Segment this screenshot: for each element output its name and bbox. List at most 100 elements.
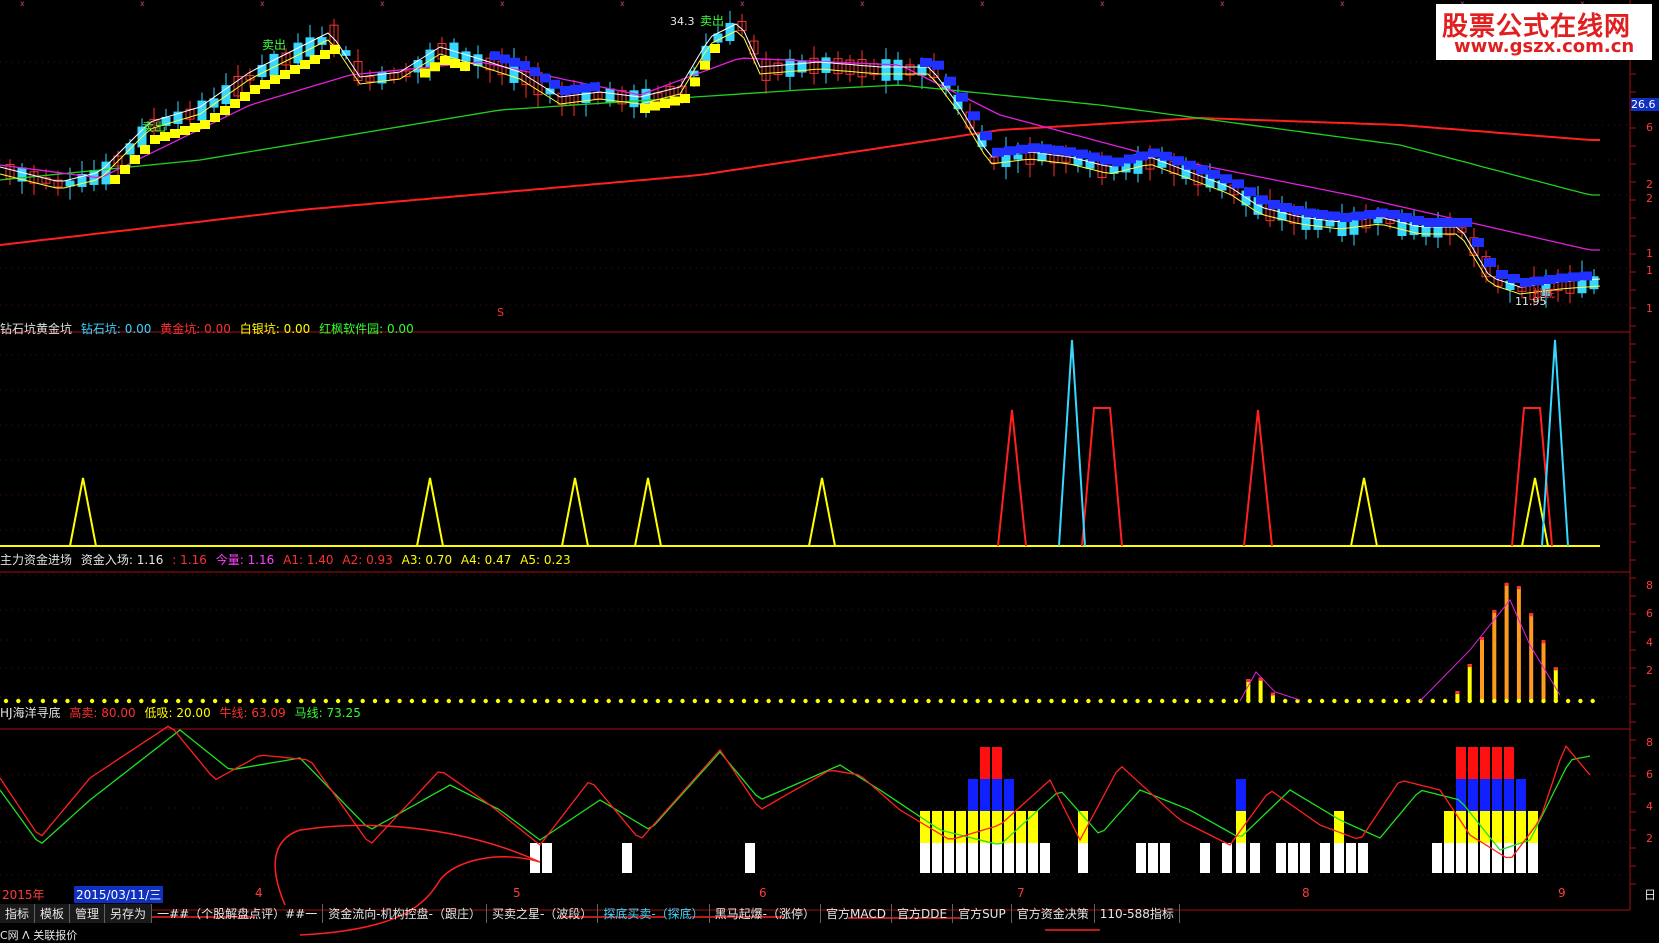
ribbon-block bbox=[270, 75, 280, 84]
capital-line bbox=[1419, 599, 1561, 702]
panel3-axis-tick: 4 bbox=[1646, 636, 1653, 649]
capital-bar bbox=[1246, 679, 1251, 701]
tab-indicator[interactable]: 指标 bbox=[0, 904, 36, 923]
ribbon-block bbox=[1520, 278, 1532, 287]
candle-body bbox=[821, 57, 831, 73]
indicator-value: 红枫软件园: 0.00 bbox=[319, 322, 414, 336]
ribbon-block bbox=[1148, 148, 1160, 158]
panel4-axis-tick: 6 bbox=[1646, 768, 1653, 781]
capital-dot bbox=[987, 698, 993, 704]
ma-purple-line bbox=[0, 57, 1600, 251]
ribbon-block bbox=[1424, 218, 1436, 227]
capital-dot bbox=[1492, 698, 1497, 704]
tab-sup[interactable]: 官方SUP bbox=[953, 904, 1012, 923]
capital-dot bbox=[348, 698, 353, 704]
top-marker: x bbox=[1220, 0, 1225, 8]
capital-dot bbox=[717, 698, 722, 704]
bottom-bar-white bbox=[1236, 843, 1246, 873]
ribbon-block bbox=[110, 175, 120, 184]
capital-dot bbox=[225, 698, 230, 704]
diamond-pit-spike bbox=[1541, 339, 1569, 547]
capital-dot bbox=[950, 698, 956, 704]
capital-dot bbox=[126, 698, 132, 704]
month-label: 7 bbox=[1017, 886, 1025, 900]
capital-bar-cap bbox=[1467, 664, 1472, 668]
bottom-bar-white bbox=[1078, 843, 1088, 873]
indicator-value: A3: 0.70 bbox=[401, 553, 453, 567]
capital-dot bbox=[643, 698, 648, 704]
tab-dde[interactable]: 官方DDE bbox=[892, 904, 954, 923]
tab-manage[interactable]: 管理 bbox=[70, 904, 106, 923]
tab-stock-review[interactable]: 一##（个股解盘点评）##一 bbox=[152, 904, 324, 923]
capital-dot bbox=[1049, 698, 1054, 704]
capital-dot bbox=[372, 698, 378, 704]
ribbon-block bbox=[170, 129, 180, 138]
bull-line bbox=[0, 725, 1591, 859]
ribbon-block bbox=[1304, 208, 1316, 218]
tab-template[interactable]: 模板 bbox=[35, 904, 71, 923]
capital-dot bbox=[1455, 698, 1460, 704]
bottom-bar-yellow bbox=[1334, 811, 1344, 843]
capital-dot bbox=[1037, 698, 1042, 704]
bottom-bar-white bbox=[1288, 843, 1298, 873]
bottom-bar-yellow bbox=[1016, 811, 1026, 843]
ribbon-block bbox=[1088, 152, 1100, 162]
indicator-header-capital: 主力资金进场 资金入场: 1.16 : 1.16 今量: 1.16 A1: 1.… bbox=[0, 551, 576, 568]
capital-dot bbox=[606, 698, 611, 704]
candle-body bbox=[881, 59, 891, 81]
tab-110-588[interactable]: 110-588指标 bbox=[1095, 904, 1180, 923]
current-price-tag: 26.6 bbox=[1631, 98, 1659, 111]
bottom-bar-white bbox=[1444, 843, 1454, 873]
capital-dot bbox=[618, 698, 624, 704]
bottom-bar-blue bbox=[968, 779, 978, 811]
tab-trade-star[interactable]: 买卖之星-（波段） bbox=[487, 904, 599, 923]
ribbon-block bbox=[1100, 155, 1112, 165]
capital-dot bbox=[311, 698, 316, 704]
ribbon-block bbox=[570, 84, 580, 94]
tab-capital-flow[interactable]: 资金流向-机构控盘-（跟庄） bbox=[323, 904, 487, 923]
ribbon-block bbox=[690, 77, 700, 87]
capital-dot bbox=[963, 698, 968, 704]
candle-body bbox=[1013, 154, 1023, 160]
tab-save-as[interactable]: 另存为 bbox=[105, 904, 153, 923]
ribbon-block bbox=[710, 44, 720, 53]
month-label: 4 bbox=[255, 886, 263, 900]
bottom-bar-white bbox=[1276, 843, 1286, 873]
ribbon-block bbox=[650, 101, 660, 111]
candle-body bbox=[785, 58, 795, 77]
ribbon-block bbox=[1568, 272, 1580, 282]
indicator-value: A4: 0.47 bbox=[460, 553, 512, 567]
ribbon-block bbox=[1340, 213, 1352, 222]
capital-dot bbox=[975, 698, 980, 704]
capital-dot bbox=[200, 698, 205, 704]
capital-dot bbox=[163, 698, 169, 704]
capital-bar-cap bbox=[1516, 586, 1521, 590]
capital-dot bbox=[422, 698, 427, 704]
bottom-bar-white bbox=[920, 843, 930, 873]
bottom-bar-white bbox=[980, 843, 990, 873]
capital-bar bbox=[1529, 613, 1534, 701]
silver-pit-spike bbox=[634, 477, 662, 547]
ribbon-block bbox=[560, 86, 570, 95]
bottom-bar-white bbox=[1250, 843, 1260, 873]
tab-capital-decision[interactable]: 官方资金决策 bbox=[1012, 904, 1095, 923]
silver-pit-spike bbox=[69, 477, 97, 547]
ribbon-block bbox=[150, 135, 160, 144]
tab-bottom-trade[interactable]: 探底买卖-（探底） bbox=[598, 904, 710, 923]
tab-macd[interactable]: 官方MACD bbox=[821, 904, 892, 923]
top-marker: x bbox=[140, 0, 145, 8]
capital-dot bbox=[77, 698, 83, 704]
indicator-value: 低吸: 20.00 bbox=[144, 706, 211, 720]
chart-canvas[interactable]: xxxxxxxxxxxxxx bbox=[0, 0, 1659, 943]
capital-dot bbox=[397, 698, 402, 704]
top-marker: x bbox=[740, 0, 745, 8]
capital-dot bbox=[1406, 698, 1411, 704]
tab-dark-horse[interactable]: 黑马起爆-（涨停） bbox=[710, 904, 821, 923]
capital-dot bbox=[1578, 698, 1583, 704]
bottom-bar-white bbox=[1320, 843, 1330, 873]
panel3-axis-tick: 6 bbox=[1646, 607, 1653, 620]
capital-dot bbox=[1258, 698, 1263, 704]
bottom-bar-white bbox=[1432, 843, 1442, 873]
capital-bar bbox=[1480, 637, 1484, 701]
month-label: 5 bbox=[513, 886, 521, 900]
